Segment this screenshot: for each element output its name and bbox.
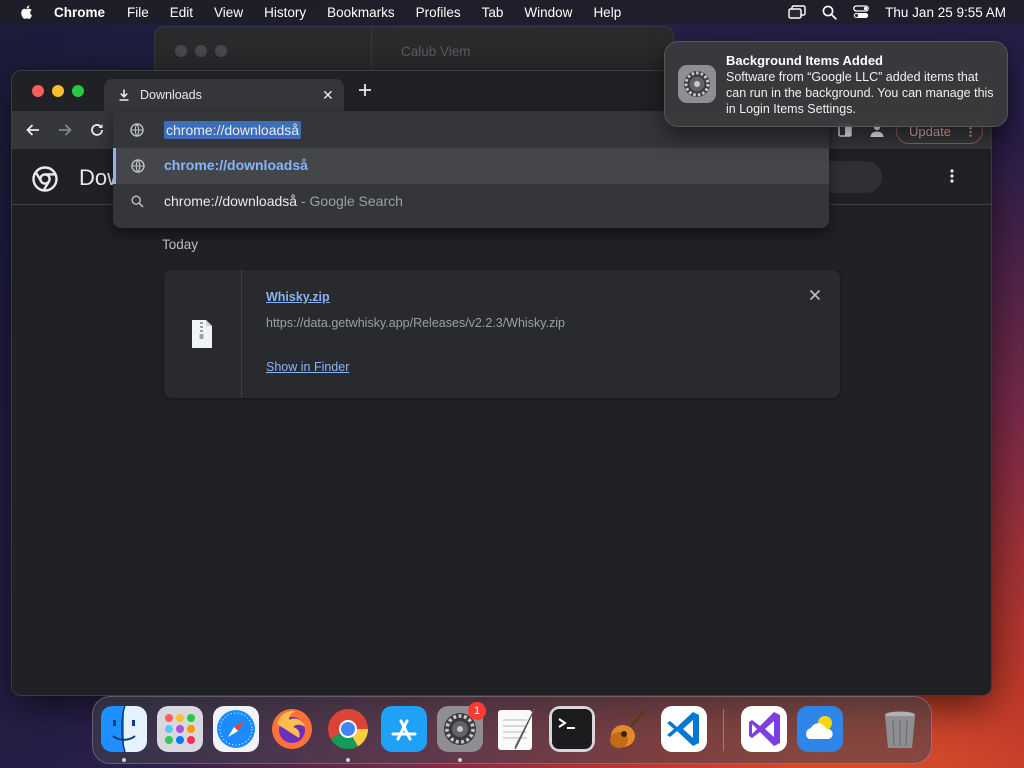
new-tab-icon[interactable] bbox=[358, 83, 372, 97]
download-item: Whisky.zip https://data.getwhisky.app/Re… bbox=[164, 270, 840, 398]
window-controls bbox=[175, 45, 227, 57]
zip-file-icon bbox=[192, 320, 212, 348]
dock-trash[interactable] bbox=[877, 706, 923, 752]
dock-textedit[interactable] bbox=[493, 706, 539, 752]
dock-vscode[interactable] bbox=[661, 706, 707, 752]
app-store-icon bbox=[381, 706, 427, 752]
running-indicator bbox=[346, 758, 350, 762]
downloads-page: Downloads Today Whisky.zip https://data.… bbox=[12, 149, 991, 695]
more-actions-icon[interactable] bbox=[950, 169, 954, 183]
window-controls bbox=[32, 85, 84, 97]
screen-mirroring-icon[interactable] bbox=[788, 5, 806, 19]
dock-chrome[interactable] bbox=[325, 706, 371, 752]
more-options-icon bbox=[969, 127, 972, 137]
remove-download-icon[interactable] bbox=[809, 289, 821, 301]
omnibox-suggestion-search[interactable]: chrome://downloadså - Google Search bbox=[113, 184, 829, 220]
download-icon bbox=[119, 89, 129, 101]
apple-logo-icon[interactable] bbox=[18, 3, 36, 21]
textedit-icon bbox=[498, 707, 536, 750]
menu-tab[interactable]: Tab bbox=[482, 5, 504, 20]
dock-visual-studio[interactable] bbox=[741, 706, 787, 752]
tab-downloads[interactable]: Downloads ✕ bbox=[104, 79, 344, 111]
show-in-finder-link[interactable]: Show in Finder bbox=[266, 360, 349, 374]
safari-compass-icon bbox=[213, 706, 259, 752]
notification-badge: 1 bbox=[468, 702, 486, 720]
tab-title: Downloads bbox=[140, 88, 202, 102]
globe-icon bbox=[130, 123, 144, 137]
background-window-title: Calub Viem bbox=[401, 44, 471, 59]
dock-app-store[interactable] bbox=[381, 706, 427, 752]
chrome-icon bbox=[328, 709, 368, 749]
dock: 1 bbox=[92, 696, 932, 764]
tab-close-icon[interactable]: ✕ bbox=[322, 87, 334, 104]
dock-firefox[interactable] bbox=[269, 706, 315, 752]
dock-terminal[interactable] bbox=[549, 706, 595, 752]
running-indicator bbox=[122, 758, 126, 762]
download-file-name-link[interactable]: Whisky.zip bbox=[266, 290, 330, 304]
notification-title: Background Items Added bbox=[726, 53, 883, 68]
date-group-label: Today bbox=[162, 237, 199, 252]
menu-clock[interactable]: Thu Jan 25 9:55 AM bbox=[885, 5, 1006, 20]
reload-icon[interactable] bbox=[89, 122, 105, 138]
terminal-icon bbox=[549, 706, 595, 752]
running-indicator bbox=[458, 758, 462, 762]
menu-file[interactable]: File bbox=[127, 5, 149, 20]
dock-launchpad[interactable] bbox=[157, 706, 203, 752]
firefox-icon bbox=[272, 709, 312, 749]
dock-weather[interactable] bbox=[797, 706, 843, 752]
minimize-window-button[interactable] bbox=[52, 85, 64, 97]
suggestion-text: chrome://downloadså - Google Search bbox=[164, 193, 403, 209]
omnibox-suggestion-url[interactable]: chrome://downloadså bbox=[113, 148, 829, 184]
finder-icon bbox=[101, 705, 147, 753]
system-settings-gear-icon bbox=[678, 65, 716, 103]
suggestion-text: chrome://downloadså bbox=[164, 157, 308, 173]
search-icon bbox=[131, 195, 144, 208]
notification-body: Software from “Google LLC” added items t… bbox=[726, 70, 994, 116]
visual-studio-icon bbox=[741, 706, 787, 752]
globe-icon bbox=[131, 159, 145, 173]
menu-window[interactable]: Window bbox=[524, 5, 572, 20]
vscode-icon bbox=[661, 706, 707, 752]
menu-bookmarks[interactable]: Bookmarks bbox=[327, 5, 395, 20]
weather-icon bbox=[797, 706, 843, 752]
trash-icon bbox=[885, 711, 915, 748]
back-arrow-icon[interactable] bbox=[25, 122, 41, 138]
address-bar-input[interactable]: chrome://downloadså bbox=[164, 121, 302, 139]
forward-arrow-icon[interactable] bbox=[57, 122, 73, 138]
dock-separator bbox=[723, 709, 724, 751]
menu-app-name[interactable]: Chrome bbox=[54, 5, 105, 20]
spotlight-search-icon[interactable] bbox=[822, 5, 837, 20]
omnibox-dropdown: chrome://downloadså chrome://downloadså … bbox=[113, 112, 829, 228]
dock-finder[interactable] bbox=[101, 705, 147, 753]
menu-bar: Chrome File Edit View History Bookmarks … bbox=[0, 0, 1024, 24]
launchpad-icon bbox=[157, 706, 203, 752]
dock-safari[interactable] bbox=[213, 706, 259, 752]
dock-garageband[interactable] bbox=[605, 706, 651, 752]
card-divider bbox=[241, 270, 242, 398]
chrome-logo-icon bbox=[32, 166, 58, 192]
background-items-notification[interactable]: Background Items Added Software from “Go… bbox=[664, 41, 1008, 127]
menu-edit[interactable]: Edit bbox=[170, 5, 193, 20]
zoom-window-button[interactable] bbox=[72, 85, 84, 97]
download-source-url: https://data.getwhisky.app/Releases/v2.2… bbox=[266, 316, 565, 330]
menu-view[interactable]: View bbox=[214, 5, 243, 20]
control-center-icon[interactable] bbox=[853, 5, 870, 19]
suggestion-suffix: - Google Search bbox=[297, 193, 403, 209]
menu-profiles[interactable]: Profiles bbox=[416, 5, 461, 20]
close-window-button[interactable] bbox=[32, 85, 44, 97]
menu-history[interactable]: History bbox=[264, 5, 306, 20]
guitar-icon bbox=[610, 709, 647, 748]
suggestion-query: chrome://downloadså bbox=[164, 193, 298, 209]
menu-help[interactable]: Help bbox=[593, 5, 621, 20]
